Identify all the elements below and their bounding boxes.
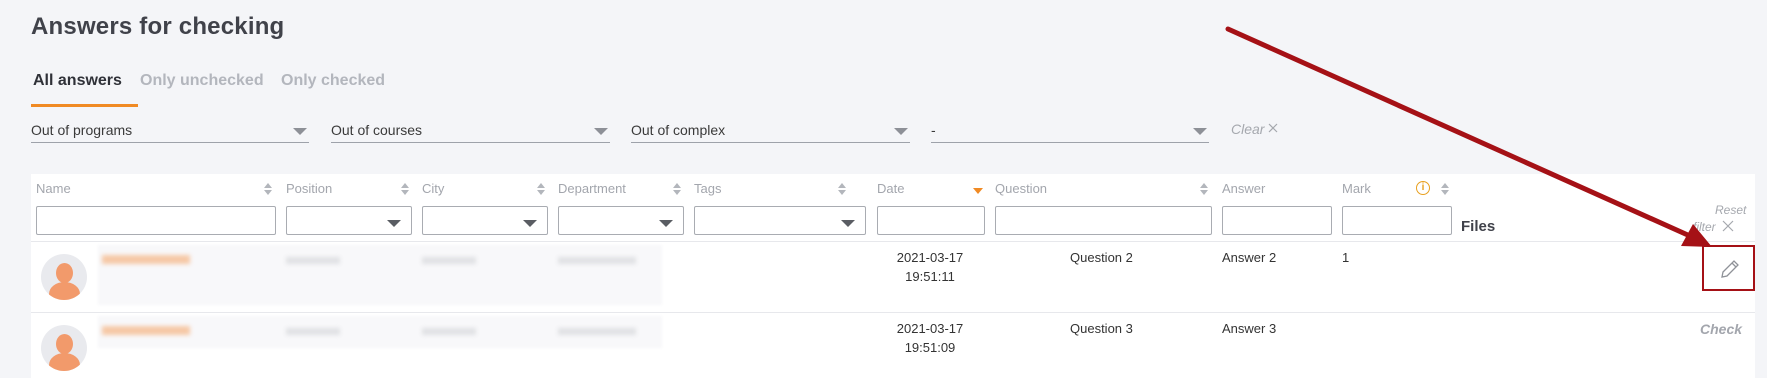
annotation-arrow	[1225, 26, 1712, 247]
